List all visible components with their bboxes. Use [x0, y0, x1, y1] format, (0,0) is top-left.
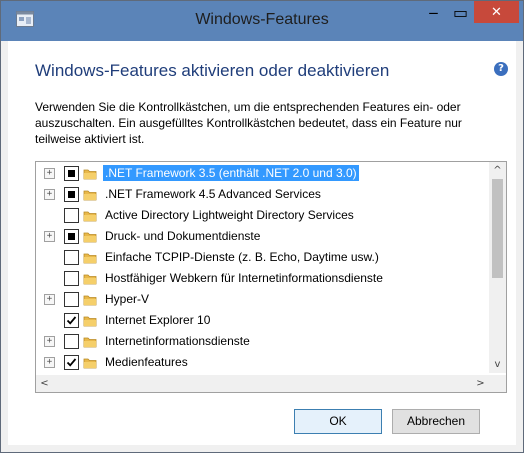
feature-row[interactable]: + Hyper-V: [36, 289, 481, 310]
feature-label: Active Directory Lightweight Directory S…: [105, 208, 354, 222]
feature-label: Hyper-V: [105, 292, 150, 306]
feature-row[interactable]: Internet Explorer 10: [36, 310, 481, 331]
feature-checkbox[interactable]: [64, 313, 79, 328]
feature-checkbox[interactable]: [64, 208, 79, 223]
folder-icon: [83, 250, 97, 264]
feature-checkbox[interactable]: [64, 334, 79, 349]
feature-tree[interactable]: + .NET Framework 3.5 (enthält .NET 2.0 un…: [35, 161, 507, 393]
folder-icon: [83, 355, 97, 369]
feature-label: Medienfeatures: [105, 355, 188, 369]
folder-icon: [83, 334, 97, 348]
feature-label: Einfache TCPIP-Dienste (z. B. Echo, Dayt…: [105, 250, 379, 264]
feature-label: Internetinformationsdienste: [105, 334, 250, 348]
feature-checkbox[interactable]: [64, 271, 79, 286]
scroll-right-button[interactable]: >: [472, 375, 489, 392]
expand-icon[interactable]: +: [44, 357, 55, 368]
feature-row[interactable]: + .NET Framework 3.5 (enthält .NET 2.0 un…: [36, 163, 481, 184]
minimize-button[interactable]: ‒: [420, 1, 447, 23]
ok-button[interactable]: OK: [294, 409, 382, 434]
help-icon[interactable]: ?: [494, 62, 508, 76]
feature-checkbox[interactable]: [64, 187, 79, 202]
folder-icon: [83, 187, 97, 201]
expand-icon[interactable]: +: [44, 189, 55, 200]
folder-icon: [83, 271, 97, 285]
title-bar[interactable]: Windows-Features ‒ ▭ ✕: [1, 1, 523, 41]
feature-checkbox[interactable]: [64, 250, 79, 265]
folder-icon: [83, 208, 97, 222]
feature-label: Druck- und Dokumentdienste: [105, 229, 261, 243]
feature-row[interactable]: Active Directory Lightweight Directory S…: [36, 205, 481, 226]
feature-row[interactable]: + Medienfeatures: [36, 352, 481, 373]
close-button[interactable]: ✕: [474, 1, 519, 23]
feature-checkbox[interactable]: [64, 166, 79, 181]
feature-label: Hostfähiger Webkern für Internetinformat…: [105, 271, 383, 285]
scroll-up-button[interactable]: ^: [489, 162, 506, 179]
feature-checkbox[interactable]: [64, 292, 79, 307]
feature-label: .NET Framework 4.5 Advanced Services: [105, 187, 321, 201]
expand-icon[interactable]: +: [44, 336, 55, 347]
maximize-button[interactable]: ▭: [447, 1, 474, 23]
dialog-content: Windows-Features aktivieren oder deaktiv…: [8, 41, 516, 445]
feature-row[interactable]: + .NET Framework 4.5 Advanced Services: [36, 184, 481, 205]
folder-icon: [83, 166, 97, 180]
close-icon: ✕: [491, 4, 502, 20]
windows-features-dialog: Windows-Features ‒ ▭ ✕ Windows-Features …: [0, 0, 524, 453]
feature-checkbox[interactable]: [64, 355, 79, 370]
feature-row[interactable]: Hostfähiger Webkern für Internetinformat…: [36, 268, 481, 289]
folder-icon: [83, 313, 97, 327]
feature-row[interactable]: + Druck- und Dokumentdienste: [36, 226, 481, 247]
feature-row[interactable]: Einfache TCPIP-Dienste (z. B. Echo, Dayt…: [36, 247, 481, 268]
cancel-button[interactable]: Abbrechen: [392, 409, 480, 434]
scroll-left-button[interactable]: <: [36, 375, 53, 392]
feature-row[interactable]: + Internetinformationsdienste: [36, 331, 481, 352]
feature-label: Internet Explorer 10: [105, 313, 211, 327]
feature-label: .NET Framework 3.5 (enthält .NET 2.0 und…: [103, 165, 359, 181]
folder-icon: [83, 292, 97, 306]
horizontal-scrollbar[interactable]: < >: [36, 375, 489, 392]
dialog-description: Verwenden Sie die Kontrollkästchen, um d…: [35, 100, 462, 146]
dialog-heading: Windows-Features aktivieren oder deaktiv…: [35, 61, 390, 80]
minimize-icon: ‒: [428, 2, 439, 22]
maximize-icon: ▭: [452, 2, 469, 22]
expand-icon[interactable]: +: [44, 294, 55, 305]
scroll-down-button[interactable]: v: [489, 356, 506, 373]
expand-icon[interactable]: +: [44, 231, 55, 242]
vertical-scroll-thumb[interactable]: [492, 179, 503, 278]
folder-icon: [83, 229, 97, 243]
expand-icon[interactable]: +: [44, 168, 55, 179]
scrollbar-corner: [489, 375, 506, 392]
feature-checkbox[interactable]: [64, 229, 79, 244]
vertical-scrollbar[interactable]: ^ v: [489, 162, 506, 373]
